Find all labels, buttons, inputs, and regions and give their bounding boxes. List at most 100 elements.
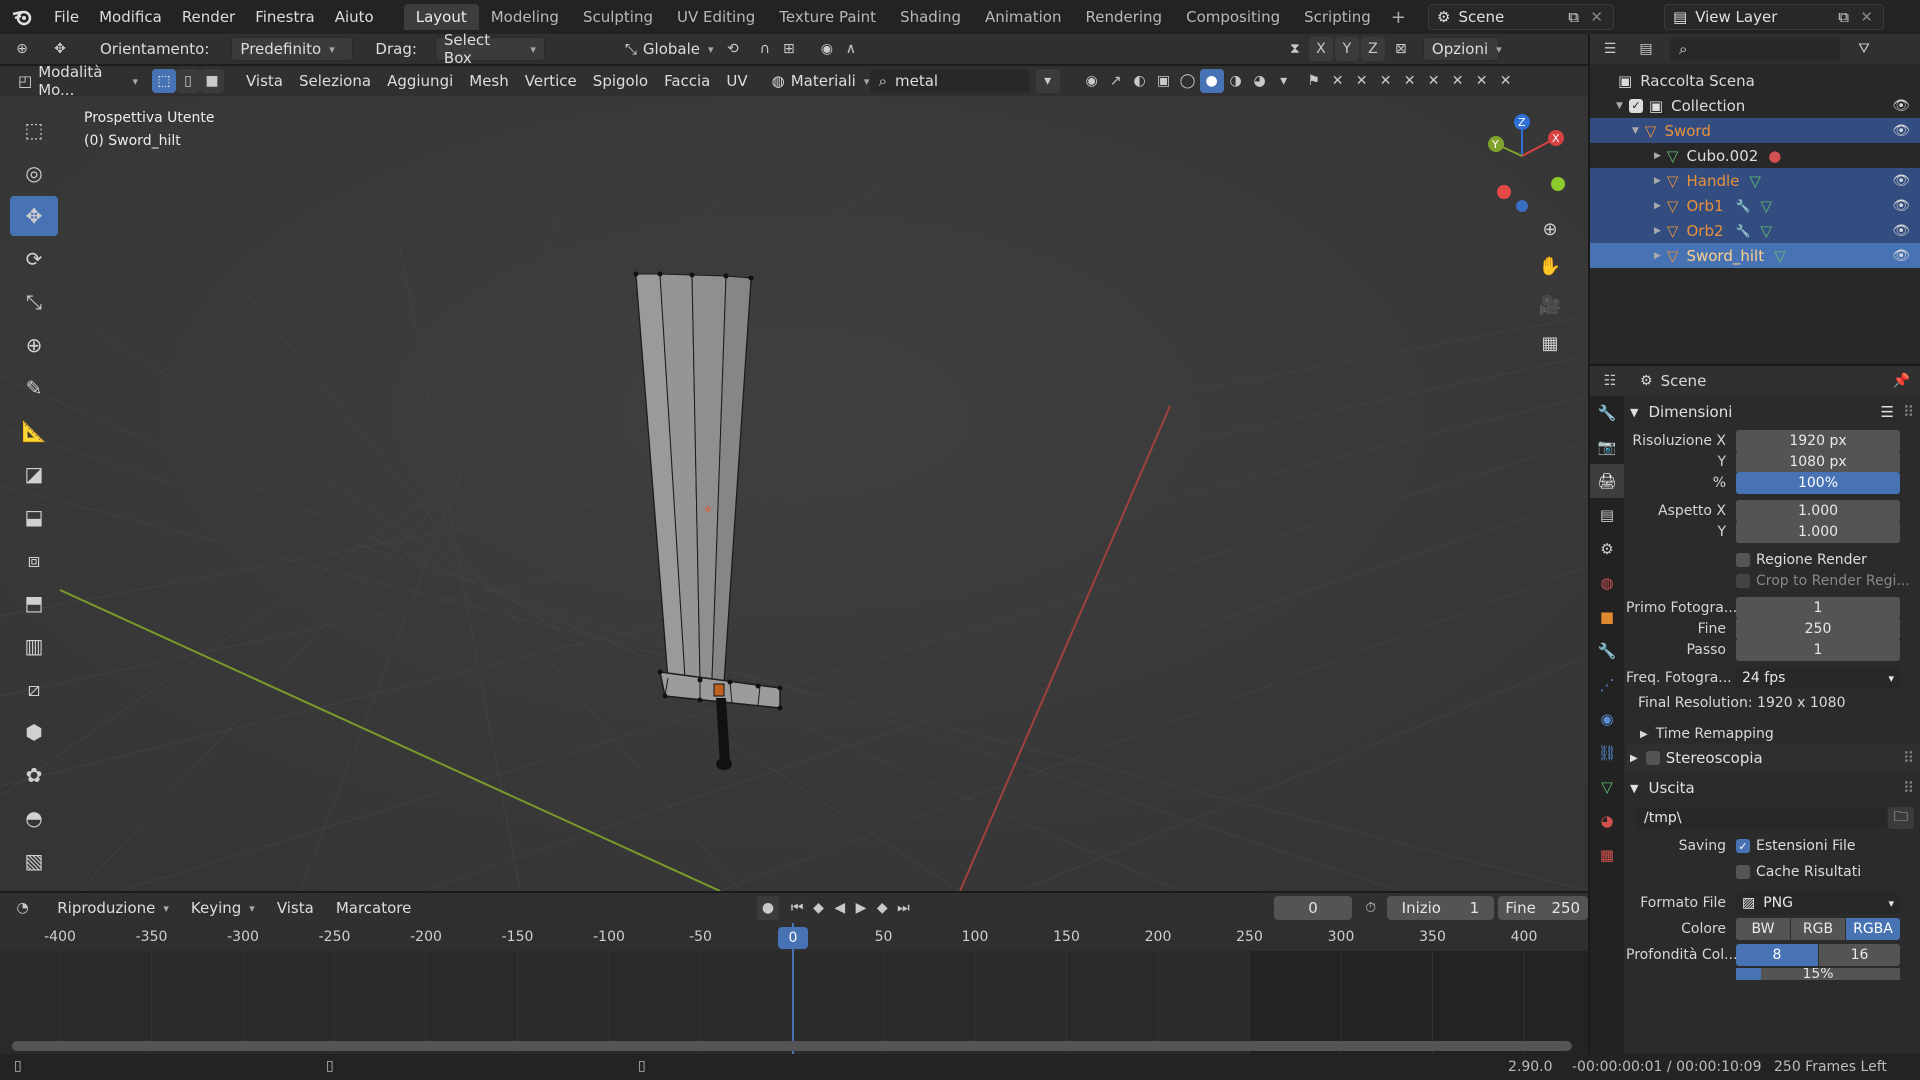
properties-editor-type-icon[interactable]: ☷ <box>1598 369 1622 393</box>
shading-options-icon[interactable]: ▾ <box>1272 69 1296 93</box>
edit-overlay-icon[interactable]: ⚑ <box>1302 69 1326 93</box>
select-box-tool-icon[interactable]: ⬚ <box>10 110 58 150</box>
mesh-stats-icon-7[interactable]: ✕ <box>1470 69 1494 93</box>
editor-type-icon[interactable]: ⊕ <box>10 37 34 61</box>
search-dropdown-icon[interactable]: ▾ <box>1035 69 1060 93</box>
menu-seleziona[interactable]: Seleziona <box>291 72 379 90</box>
menu-file[interactable]: File <box>44 0 89 34</box>
collection-checkbox[interactable]: ✓ <box>1628 98 1643 113</box>
constraints-tab-icon[interactable]: ⛓ <box>1590 736 1624 770</box>
copy-view-layer-icon[interactable]: ⧉ <box>1838 8 1849 26</box>
menu-modifica[interactable]: Modifica <box>89 0 172 34</box>
move-tool-icon[interactable]: ✥ <box>48 37 72 61</box>
output-tab-icon[interactable]: 🖨 <box>1590 464 1624 498</box>
stereoscopy-checkbox[interactable] <box>1645 751 1660 765</box>
scale-tool-icon[interactable]: ⤡ <box>10 282 58 322</box>
depth-16-button[interactable]: 16 <box>1819 944 1900 966</box>
proportional-edit-icon[interactable]: ◉ <box>815 37 839 61</box>
tab-compositing[interactable]: Compositing <box>1174 4 1292 30</box>
visibility-eye-icon[interactable]: 👁 <box>1892 223 1910 239</box>
mesh-stats-icon-1[interactable]: ✕ <box>1326 69 1350 93</box>
menu-aggiungi[interactable]: Aggiungi <box>379 72 461 90</box>
timeline-view-menu[interactable]: Vista <box>269 899 322 917</box>
display-mode-icon[interactable]: ▤ <box>1634 37 1658 61</box>
axis-z-toggle[interactable]: Z <box>1360 37 1385 61</box>
world-tab-icon[interactable]: ◍ <box>1590 566 1624 600</box>
smooth-tool-icon[interactable]: ◓ <box>10 798 58 838</box>
outliner-row[interactable]: ▶ ▽ Sword_hilt ▽ 👁 <box>1590 243 1920 268</box>
prev-keyframe-icon[interactable]: ◆ <box>808 896 829 920</box>
jump-end-icon[interactable]: ⏭ <box>893 896 914 920</box>
particles-tab-icon[interactable]: ⋰ <box>1590 668 1624 702</box>
outliner-row[interactable]: ▶ ▽ Cubo.002 ● <box>1590 143 1920 168</box>
annotate-tool-icon[interactable]: ✎ <box>10 368 58 408</box>
tab-texture-paint[interactable]: Texture Paint <box>767 4 888 30</box>
visibility-eye-icon[interactable]: 👁 <box>1892 198 1910 214</box>
outliner-editor-type-icon[interactable]: ☰ <box>1598 37 1622 61</box>
tab-scripting[interactable]: Scripting <box>1292 4 1383 30</box>
options-dropdown[interactable]: Opzioni ▾ <box>1422 37 1502 61</box>
timeline-editor-type-icon[interactable]: ◔ <box>12 896 33 920</box>
move-tool-icon[interactable]: ✥ <box>10 196 58 236</box>
drag-dropdown[interactable]: Select Box ▾ <box>434 31 545 67</box>
fps-dropdown[interactable]: 24 fps ▾ <box>1736 667 1900 689</box>
object-tab-icon[interactable]: ■ <box>1590 600 1624 634</box>
dimensions-panel-header[interactable]: ▼ Dimensioni ☰ ⠿ <box>1626 398 1920 426</box>
axis-x-toggle[interactable]: X <box>1308 37 1333 61</box>
color-rgb-button[interactable]: RGB <box>1791 918 1845 940</box>
3d-viewport[interactable]: ⬚ ◎ ✥ ⟳ ⤡ ⊕ ✎ 📐 ◪ ⬓ ⧈ ⬒ ▥ ⧄ ⬢ ✿ ◓ ▧ Pros… <box>0 96 1588 891</box>
menu-finestra[interactable]: Finestra <box>245 0 325 34</box>
snap-icon[interactable]: ∩ <box>753 37 777 61</box>
transform-tool-icon[interactable]: ⊕ <box>10 325 58 365</box>
chevron-right-icon[interactable]: ▶ <box>1654 151 1661 161</box>
tab-layout[interactable]: Layout <box>403 4 479 30</box>
poly-build-tool-icon[interactable]: ⬢ <box>10 712 58 752</box>
frame-start-field[interactable]: 1 <box>1736 597 1900 619</box>
outliner-row[interactable]: ▶ ▽ Orb1 🔧 ▽ 👁 <box>1590 193 1920 218</box>
compression-slider[interactable]: 15% <box>1736 968 1900 980</box>
tab-uv-editing[interactable]: UV Editing <box>665 4 767 30</box>
outliner-row[interactable]: ▶ ▽ Handle ▽ 👁 <box>1590 168 1920 193</box>
presets-icon[interactable]: ☰ <box>1881 403 1894 421</box>
jump-start-icon[interactable]: ⏮ <box>787 896 808 920</box>
res-pct-slider[interactable]: 100% <box>1736 472 1900 494</box>
stereoscopy-panel-header[interactable]: ▶ Stereoscopia ⠿ <box>1626 744 1920 772</box>
play-reverse-icon[interactable]: ◀ <box>829 896 850 920</box>
transform-space-dropdown[interactable]: ⤡ Globale ▾ <box>616 37 715 61</box>
chevron-down-icon[interactable]: ▼ <box>1616 101 1623 111</box>
bevel-tool-icon[interactable]: ⬒ <box>10 583 58 623</box>
cache-result-checkbox[interactable] <box>1736 865 1750 879</box>
copy-scene-icon[interactable]: ⧉ <box>1568 8 1579 26</box>
menu-uv[interactable]: UV <box>718 72 755 90</box>
crop-checkbox[interactable] <box>1736 574 1750 588</box>
menu-aiuto[interactable]: Aiuto <box>325 0 384 34</box>
add-cube-tool-icon[interactable]: ◪ <box>10 454 58 494</box>
outliner-row-scene-collection[interactable]: ▣ Raccolta Scena <box>1590 68 1920 93</box>
navigation-gizmo[interactable]: Z X Y <box>1470 110 1580 220</box>
xray-icon[interactable]: ▣ <box>1152 69 1176 93</box>
mesh-stats-icon-8[interactable]: ✕ <box>1494 69 1518 93</box>
render-tab-icon[interactable]: 📷 <box>1590 430 1624 464</box>
chevron-right-icon[interactable]: ▶ <box>1654 226 1661 236</box>
orientation-dropdown[interactable]: Predefinito ▾ <box>231 37 354 61</box>
next-keyframe-icon[interactable]: ◆ <box>872 896 893 920</box>
file-format-dropdown[interactable]: ▨ PNG ▾ <box>1736 892 1900 914</box>
visibility-eye-icon[interactable]: 👁 <box>1892 173 1910 189</box>
record-icon[interactable]: ● <box>757 896 779 920</box>
tool-tab-icon[interactable]: 🔧 <box>1590 396 1624 430</box>
filter-icon[interactable]: ⛛ <box>1852 37 1876 61</box>
loop-cut-tool-icon[interactable]: ▥ <box>10 626 58 666</box>
chevron-right-icon[interactable]: ▶ <box>1654 176 1661 186</box>
frame-end-field[interactable]: 250 <box>1736 618 1900 640</box>
current-frame-field[interactable]: 0 <box>1274 896 1353 920</box>
mesh-stats-icon-2[interactable]: ✕ <box>1350 69 1374 93</box>
tab-animation[interactable]: Animation <box>973 4 1073 30</box>
drag-handle-icon[interactable]: ⠿ <box>1903 403 1914 421</box>
axis-y-toggle[interactable]: Y <box>1334 37 1359 61</box>
aspect-y-field[interactable]: 1.000 <box>1736 521 1900 543</box>
pan-hand-icon[interactable]: ✋ <box>1530 249 1570 283</box>
color-bw-button[interactable]: BW <box>1736 918 1790 940</box>
folder-icon[interactable]: 🗀 <box>1888 807 1914 829</box>
menu-faccia[interactable]: Faccia <box>656 72 718 90</box>
cursor-tool-icon[interactable]: ◎ <box>10 153 58 193</box>
